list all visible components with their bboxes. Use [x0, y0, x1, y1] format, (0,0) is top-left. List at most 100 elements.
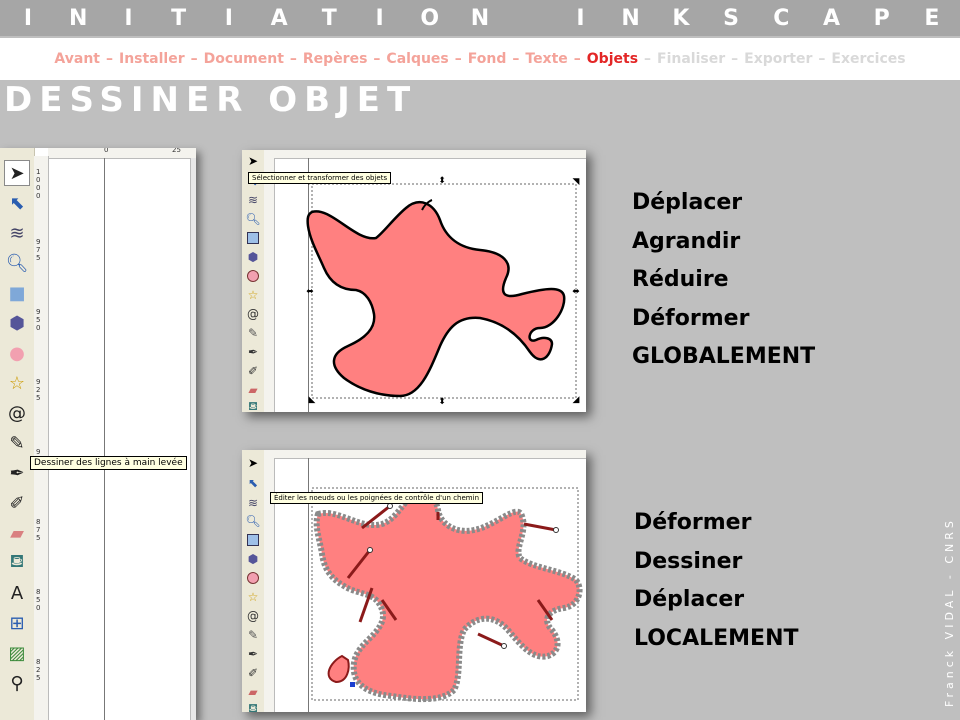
handle-node[interactable] — [501, 643, 507, 649]
banner-letter: I — [375, 5, 384, 31]
banner-letter: C — [773, 5, 790, 31]
blob-nodes-canvas[interactable] — [242, 450, 586, 712]
resize-handle[interactable]: ⬍ — [438, 397, 446, 407]
nav-item-texte[interactable]: Texte — [525, 51, 567, 67]
nav-separator: – — [105, 51, 113, 67]
banner-letter: A — [270, 5, 288, 31]
nav-separator: – — [644, 51, 652, 67]
banner-letter: I — [23, 5, 33, 31]
node-editor-icon[interactable]: ⬉ — [4, 190, 30, 216]
banner-letter: N — [621, 5, 640, 31]
banner-letter: K — [672, 5, 690, 31]
control-handle[interactable] — [523, 522, 557, 532]
handle-node[interactable] — [367, 547, 373, 553]
star-icon[interactable]: ☆ — [4, 370, 30, 396]
top-banner: INITIATION INKSCAPE — [0, 0, 960, 36]
eraser-icon[interactable]: ▰ — [4, 520, 30, 546]
nav-item-avant[interactable]: Avant — [54, 51, 100, 67]
resize-handle[interactable]: ⬌ — [572, 287, 580, 297]
3d-box-icon[interactable]: ⬢ — [4, 310, 30, 336]
ruler-label: 0 — [104, 148, 109, 154]
resize-handle[interactable]: ◥ — [573, 177, 580, 187]
pencil-icon[interactable]: ✎ — [4, 430, 30, 456]
zoom-icon[interactable]: 🔍︎ — [4, 250, 30, 276]
text-icon[interactable]: A — [4, 580, 30, 606]
canvas-scrollbar[interactable] — [190, 158, 196, 720]
action-label: Réduire — [632, 267, 729, 292]
resize-handle[interactable]: ◣ — [309, 395, 316, 405]
ellipse-icon[interactable]: ● — [4, 340, 30, 366]
banner-letter: T — [321, 5, 337, 31]
dropper-icon[interactable]: ⚲ — [4, 670, 30, 696]
nav-item-repères[interactable]: Repères — [303, 51, 368, 67]
banner-title: INITIATION INKSCAPE — [0, 0, 960, 36]
ruler-label: 9 5 0 — [36, 308, 41, 332]
ruler-label: 8 5 0 — [36, 588, 41, 612]
banner-letter: I — [224, 5, 233, 31]
blob-shape[interactable] — [306, 201, 566, 398]
spiral-icon[interactable]: @ — [4, 400, 30, 426]
tweak-icon[interactable]: ≋ — [4, 220, 30, 246]
global-actions-list: Déplacer Agrandir Réduire Déformer GLOBALEME… — [632, 184, 815, 377]
handle-node[interactable] — [553, 527, 559, 533]
nav-separator: – — [818, 51, 826, 67]
rectangle-icon[interactable]: ■ — [4, 280, 30, 306]
pen-icon[interactable]: ✒ — [4, 460, 30, 486]
banner-letter: S — [723, 5, 739, 31]
nav-item-document[interactable]: Document — [204, 51, 284, 67]
ruler-label: 9 7 5 — [36, 238, 41, 262]
banner-letter: O — [420, 5, 440, 31]
nav-separator: – — [573, 51, 581, 67]
nav-item-exercices[interactable]: Exercices — [831, 51, 905, 67]
ruler-label: 1 0 0 0 — [36, 168, 41, 200]
banner-letter: A — [822, 5, 841, 31]
nav-item-exporter[interactable]: Exporter — [744, 51, 812, 67]
handle-node[interactable] — [387, 503, 393, 509]
banner-letter: I — [576, 5, 585, 31]
selected-node[interactable] — [350, 682, 355, 687]
action-label: GLOBALEMENT — [632, 344, 816, 369]
ruler-label: 8 2 5 — [36, 658, 41, 682]
resize-handle[interactable]: ◢ — [573, 395, 580, 405]
paint-bucket-icon[interactable]: ⛾ — [4, 550, 30, 576]
nav-separator: – — [512, 51, 520, 67]
pencil-tooltip: Dessiner des lignes à main levée — [30, 456, 187, 470]
blob-selected-canvas[interactable]: ◤ ⬍ ◥ ⬌ ⬌ ◣ ⬍ ◢ — [242, 150, 586, 412]
nav-item-fond[interactable]: Fond — [468, 51, 507, 67]
nav-separator: – — [454, 51, 462, 67]
page-border-line — [104, 158, 105, 720]
calligraphy-icon[interactable]: ✐ — [4, 490, 30, 516]
ruler-label: 25 — [172, 148, 181, 154]
selector-icon[interactable]: ➤ — [4, 160, 30, 186]
toolbox-column: ➤ ⬉ ≋ 🔍︎ ■ ⬢ ● ☆ @ ✎ ✒ ✐ ▰ ⛾ A ⊞ ▨ ⚲ — [0, 148, 35, 720]
resize-handle[interactable]: ⬌ — [306, 287, 314, 297]
nav-item-calques[interactable]: Calques — [386, 51, 448, 67]
control-handle[interactable] — [477, 632, 505, 648]
selector-screenshot: ➤ ⬉ ≋ 🔍︎ ⬢ ☆ @ ✎ ✒ ✐ ▰ ⛾ ◤ ⬍ ◥ ⬌ ⬌ ◣ ⬍ ◢… — [242, 150, 586, 412]
chapter-nav: Avant – Installer – Document – Repères – Calques… — [0, 38, 960, 80]
nav-separator: – — [289, 51, 297, 67]
horizontal-ruler: 0 25 — [48, 148, 196, 159]
action-label: Déformer — [632, 305, 750, 331]
author-credit: Franck VIDAL - CNRS — [943, 517, 956, 707]
node-editor-screenshot: ➤ ⬉ ≋ 🔍︎ ⬢ ☆ @ ✎ ✒ ✐ ▰ ⛾ Éditer les noeu — [242, 450, 586, 712]
nav-separator: – — [373, 51, 381, 67]
nav-item-finaliser[interactable]: Finaliser — [657, 51, 725, 67]
nav-separator: – — [731, 51, 739, 67]
gradient-icon[interactable]: ▨ — [4, 640, 30, 666]
action-label: Déformer — [634, 510, 752, 535]
action-label: Déplacer — [634, 587, 745, 612]
banner-letter: I — [124, 5, 133, 31]
banner-letter: T — [171, 5, 187, 31]
banner-letter: E — [924, 5, 940, 31]
blob-shape[interactable] — [313, 491, 583, 703]
connector-icon[interactable]: ⊞ — [4, 610, 30, 636]
action-label: LOCALEMENT — [634, 625, 799, 651]
nav-item-installer[interactable]: Installer — [119, 51, 185, 67]
node-segment[interactable] — [327, 654, 350, 684]
banner-letter: N — [470, 5, 490, 31]
resize-handle[interactable]: ⬍ — [438, 176, 446, 186]
local-actions-list: Déformer Dessiner Déplacer LOCALEMENT — [634, 504, 799, 658]
nav-item-objets[interactable]: Objets — [587, 51, 638, 67]
page-title: DESSINER OBJET — [4, 80, 418, 120]
